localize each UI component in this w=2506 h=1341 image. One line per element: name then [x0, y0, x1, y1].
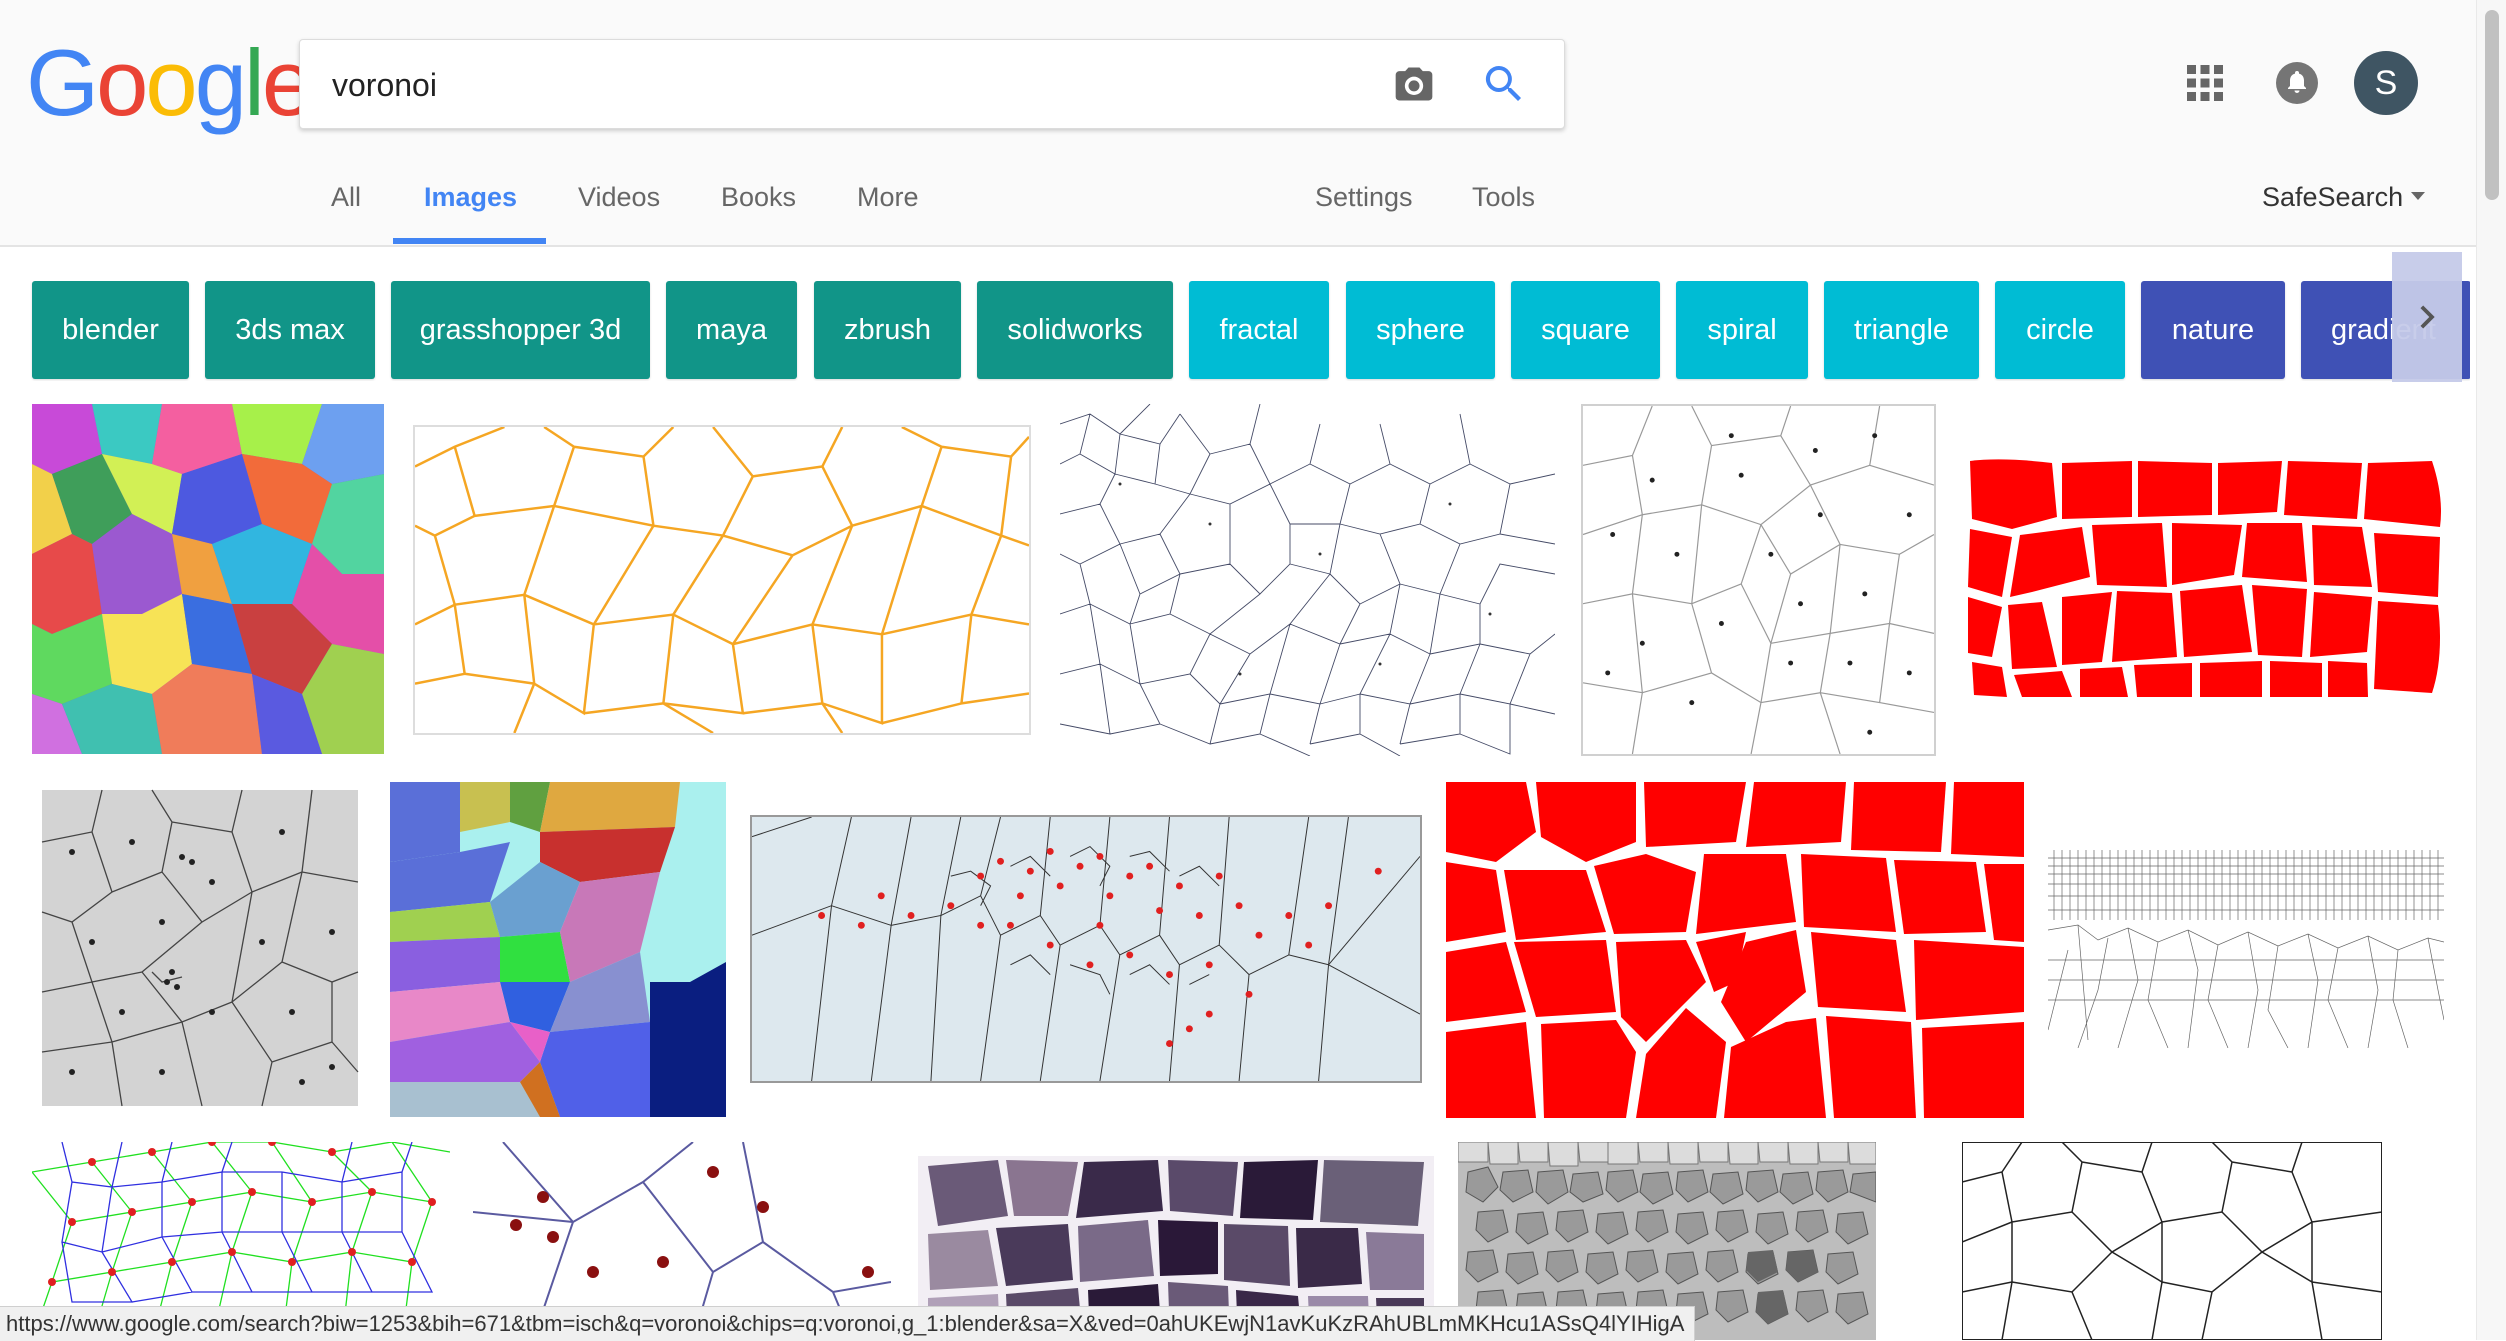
image-result[interactable] — [413, 425, 1031, 735]
chip-zbrush[interactable]: zbrush — [814, 281, 961, 379]
safesearch-dropdown[interactable]: SafeSearch — [2262, 182, 2426, 213]
logo-letter: l — [243, 30, 265, 135]
header: Google S All Images Videos Books More Se… — [0, 0, 2506, 247]
apps-grid-icon[interactable] — [2186, 64, 2224, 102]
chip-triangle[interactable]: triangle — [1824, 281, 1979, 379]
avatar-letter: S — [2374, 63, 2398, 102]
chevron-right-icon[interactable] — [2392, 252, 2462, 382]
tab-books[interactable]: Books — [721, 182, 796, 213]
logo-letter: G — [26, 30, 99, 135]
chip-fractal[interactable]: fractal — [1189, 281, 1329, 379]
image-result[interactable] — [32, 404, 384, 754]
caret-down-icon — [2411, 191, 2426, 200]
tab-settings[interactable]: Settings — [1315, 182, 1413, 213]
image-result[interactable] — [2048, 850, 2444, 1048]
camera-icon[interactable] — [1392, 62, 1436, 106]
chip-spiral[interactable]: spiral — [1676, 281, 1808, 379]
status-bar-url: https://www.google.com/search?biw=1253&b… — [0, 1306, 1696, 1341]
logo-letter: o — [145, 30, 197, 135]
image-result[interactable] — [750, 815, 1422, 1083]
chip-blender[interactable]: blender — [32, 281, 189, 379]
scrollbar-thumb[interactable] — [2485, 10, 2499, 200]
search-input[interactable] — [330, 40, 1334, 130]
tab-images[interactable]: Images — [424, 182, 517, 213]
search-icon[interactable] — [1480, 60, 1528, 108]
image-result[interactable] — [390, 782, 726, 1117]
chip-solidworks[interactable]: solidworks — [977, 281, 1173, 379]
chip-circle[interactable]: circle — [1995, 281, 2125, 379]
tab-more[interactable]: More — [857, 182, 919, 213]
related-chips: blender 3ds max grasshopper 3d maya zbru… — [0, 281, 2470, 381]
scrollbar[interactable] — [2476, 0, 2506, 1340]
chip-nature[interactable]: nature — [2141, 281, 2285, 379]
tab-tools[interactable]: Tools — [1472, 182, 1535, 213]
tab-videos[interactable]: Videos — [578, 182, 660, 213]
tab-all[interactable]: All — [331, 182, 361, 213]
bell-icon[interactable] — [2276, 62, 2318, 104]
image-result[interactable] — [1962, 457, 2444, 701]
chip-square[interactable]: square — [1511, 281, 1660, 379]
google-logo[interactable]: Google — [26, 30, 314, 135]
safesearch-label: SafeSearch — [2262, 182, 2404, 212]
image-result[interactable] — [1581, 404, 1936, 756]
chip-maya[interactable]: maya — [666, 281, 797, 379]
logo-letter: o — [96, 30, 148, 135]
image-result[interactable] — [32, 782, 366, 1112]
image-result[interactable] — [1962, 1142, 2382, 1340]
active-tab-indicator — [393, 238, 546, 244]
chip-grasshopper-3d[interactable]: grasshopper 3d — [391, 281, 650, 379]
image-result[interactable] — [1446, 782, 2024, 1118]
image-result[interactable] — [1060, 404, 1555, 756]
search-box — [299, 39, 1565, 130]
logo-letter: g — [194, 30, 247, 135]
avatar[interactable]: S — [2354, 51, 2418, 115]
chip-sphere[interactable]: sphere — [1346, 281, 1495, 379]
chip-3ds-max[interactable]: 3ds max — [205, 281, 375, 379]
